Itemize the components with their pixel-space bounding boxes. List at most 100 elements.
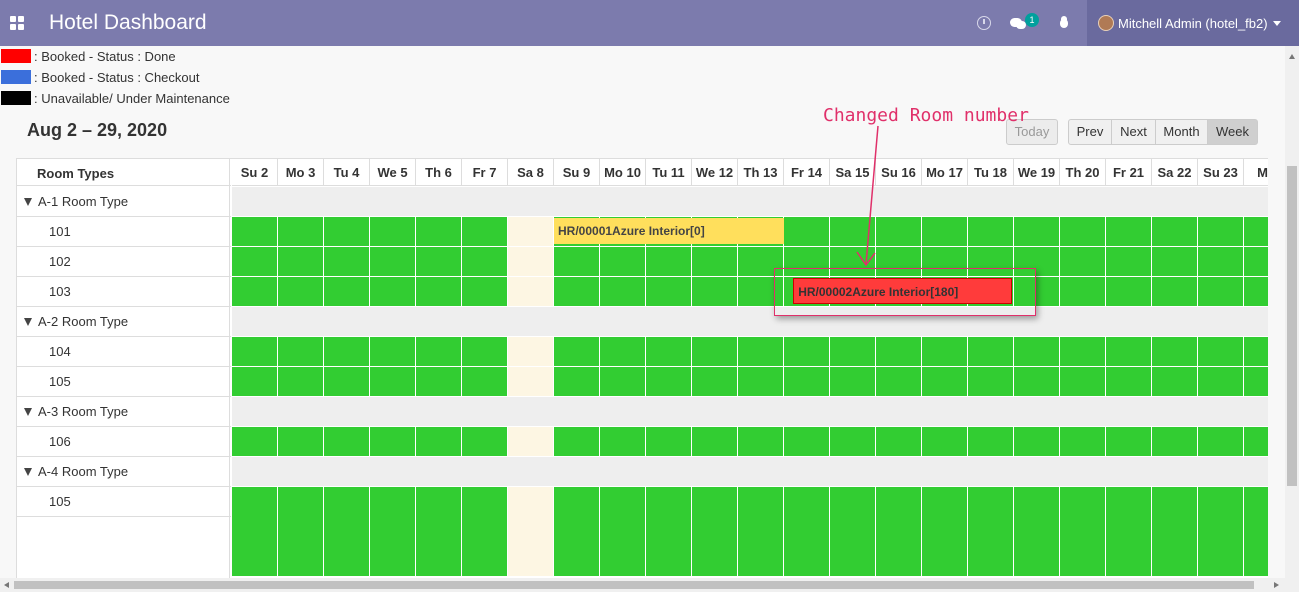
day-cell[interactable] [876, 427, 922, 457]
day-cell[interactable] [922, 337, 968, 367]
apps-menu-icon[interactable] [10, 16, 24, 30]
day-cell[interactable] [830, 337, 876, 367]
group-lane[interactable] [232, 457, 1268, 487]
day-cell[interactable] [370, 427, 416, 457]
day-cell[interactable] [416, 367, 462, 397]
scroll-left-icon[interactable] [4, 582, 9, 588]
day-cell[interactable] [324, 277, 370, 307]
day-cell[interactable] [1106, 427, 1152, 457]
horizontal-scroll-thumb[interactable] [14, 581, 1254, 589]
user-menu[interactable]: Mitchell Admin (hotel_fb2) [1087, 0, 1299, 46]
day-cell[interactable] [324, 367, 370, 397]
booking-event[interactable]: HR/00001Azure Interior[0] [554, 218, 784, 244]
day-cell[interactable] [462, 277, 508, 307]
day-cell[interactable] [1106, 277, 1152, 307]
day-cell[interactable] [278, 247, 324, 277]
day-cell[interactable] [554, 247, 600, 277]
day-cell[interactable] [554, 277, 600, 307]
day-cell[interactable] [554, 487, 600, 577]
day-cell[interactable] [600, 487, 646, 577]
day-cell[interactable] [554, 367, 600, 397]
room-type-group[interactable]: A-2 Room Type [17, 307, 231, 337]
day-cell[interactable] [416, 277, 462, 307]
day-cell[interactable] [508, 247, 554, 277]
day-cell[interactable] [370, 487, 416, 577]
day-cell[interactable] [324, 247, 370, 277]
day-cell[interactable] [462, 427, 508, 457]
day-cell[interactable] [1014, 367, 1060, 397]
day-cell[interactable] [692, 277, 738, 307]
week-view-button[interactable]: Week [1207, 119, 1258, 145]
day-cell[interactable] [692, 367, 738, 397]
expand-triangle-icon[interactable] [24, 407, 32, 416]
clock-icon[interactable] [977, 16, 991, 30]
day-cell[interactable] [324, 487, 370, 577]
day-cell[interactable] [1244, 217, 1268, 247]
room-lane[interactable] [232, 247, 1268, 277]
day-cell[interactable] [1106, 217, 1152, 247]
day-cell[interactable] [1106, 367, 1152, 397]
day-cell[interactable] [278, 277, 324, 307]
horizontal-scrollbar[interactable] [0, 578, 1299, 592]
day-cell[interactable] [738, 487, 784, 577]
day-cell[interactable] [278, 217, 324, 247]
day-cell[interactable] [508, 367, 554, 397]
group-lane[interactable] [232, 307, 1268, 337]
scroll-up-icon[interactable] [1289, 54, 1295, 59]
room-lane[interactable] [232, 427, 1268, 457]
day-cell[interactable] [646, 427, 692, 457]
day-cell[interactable] [922, 487, 968, 577]
day-cell[interactable] [1244, 487, 1268, 577]
day-cell[interactable] [1060, 487, 1106, 577]
day-cell[interactable] [416, 217, 462, 247]
vertical-scrollbar[interactable] [1285, 46, 1299, 578]
day-cell[interactable] [370, 247, 416, 277]
day-cell[interactable] [600, 367, 646, 397]
day-cell[interactable] [232, 427, 278, 457]
day-cell[interactable] [370, 337, 416, 367]
day-cell[interactable] [278, 337, 324, 367]
day-cell[interactable] [508, 487, 554, 577]
expand-triangle-icon[interactable] [24, 467, 32, 476]
day-cell[interactable] [968, 367, 1014, 397]
day-cell[interactable] [508, 277, 554, 307]
room-type-group[interactable]: A-3 Room Type [17, 397, 231, 427]
day-cell[interactable] [1198, 217, 1244, 247]
day-cell[interactable] [232, 277, 278, 307]
day-cell[interactable] [1152, 277, 1198, 307]
day-cell[interactable] [1106, 247, 1152, 277]
day-cell[interactable] [968, 487, 1014, 577]
day-cell[interactable] [1106, 337, 1152, 367]
room-lane[interactable] [232, 337, 1268, 367]
room-lane[interactable] [232, 367, 1268, 397]
day-cell[interactable] [1060, 277, 1106, 307]
day-cell[interactable] [508, 217, 554, 247]
room-type-group[interactable]: A-1 Room Type [17, 187, 231, 217]
day-cell[interactable] [462, 247, 508, 277]
day-cell[interactable] [876, 367, 922, 397]
day-cell[interactable] [1198, 247, 1244, 277]
day-cell[interactable] [554, 427, 600, 457]
day-cell[interactable] [646, 277, 692, 307]
day-cell[interactable] [1198, 277, 1244, 307]
day-cell[interactable] [232, 217, 278, 247]
day-cell[interactable] [876, 337, 922, 367]
day-cell[interactable] [646, 247, 692, 277]
group-lane[interactable] [232, 187, 1268, 217]
day-cell[interactable] [1198, 487, 1244, 577]
day-cell[interactable] [1152, 427, 1198, 457]
day-cell[interactable] [784, 337, 830, 367]
day-cell[interactable] [1244, 337, 1268, 367]
day-cell[interactable] [416, 247, 462, 277]
day-cell[interactable] [416, 487, 462, 577]
day-cell[interactable] [370, 217, 416, 247]
day-cell[interactable] [508, 337, 554, 367]
vertical-scroll-thumb[interactable] [1287, 166, 1297, 486]
day-cell[interactable] [1244, 277, 1268, 307]
day-cell[interactable] [830, 217, 876, 247]
day-cell[interactable] [600, 427, 646, 457]
day-cell[interactable] [1244, 367, 1268, 397]
day-cell[interactable] [692, 487, 738, 577]
day-cell[interactable] [1014, 337, 1060, 367]
day-cell[interactable] [692, 247, 738, 277]
